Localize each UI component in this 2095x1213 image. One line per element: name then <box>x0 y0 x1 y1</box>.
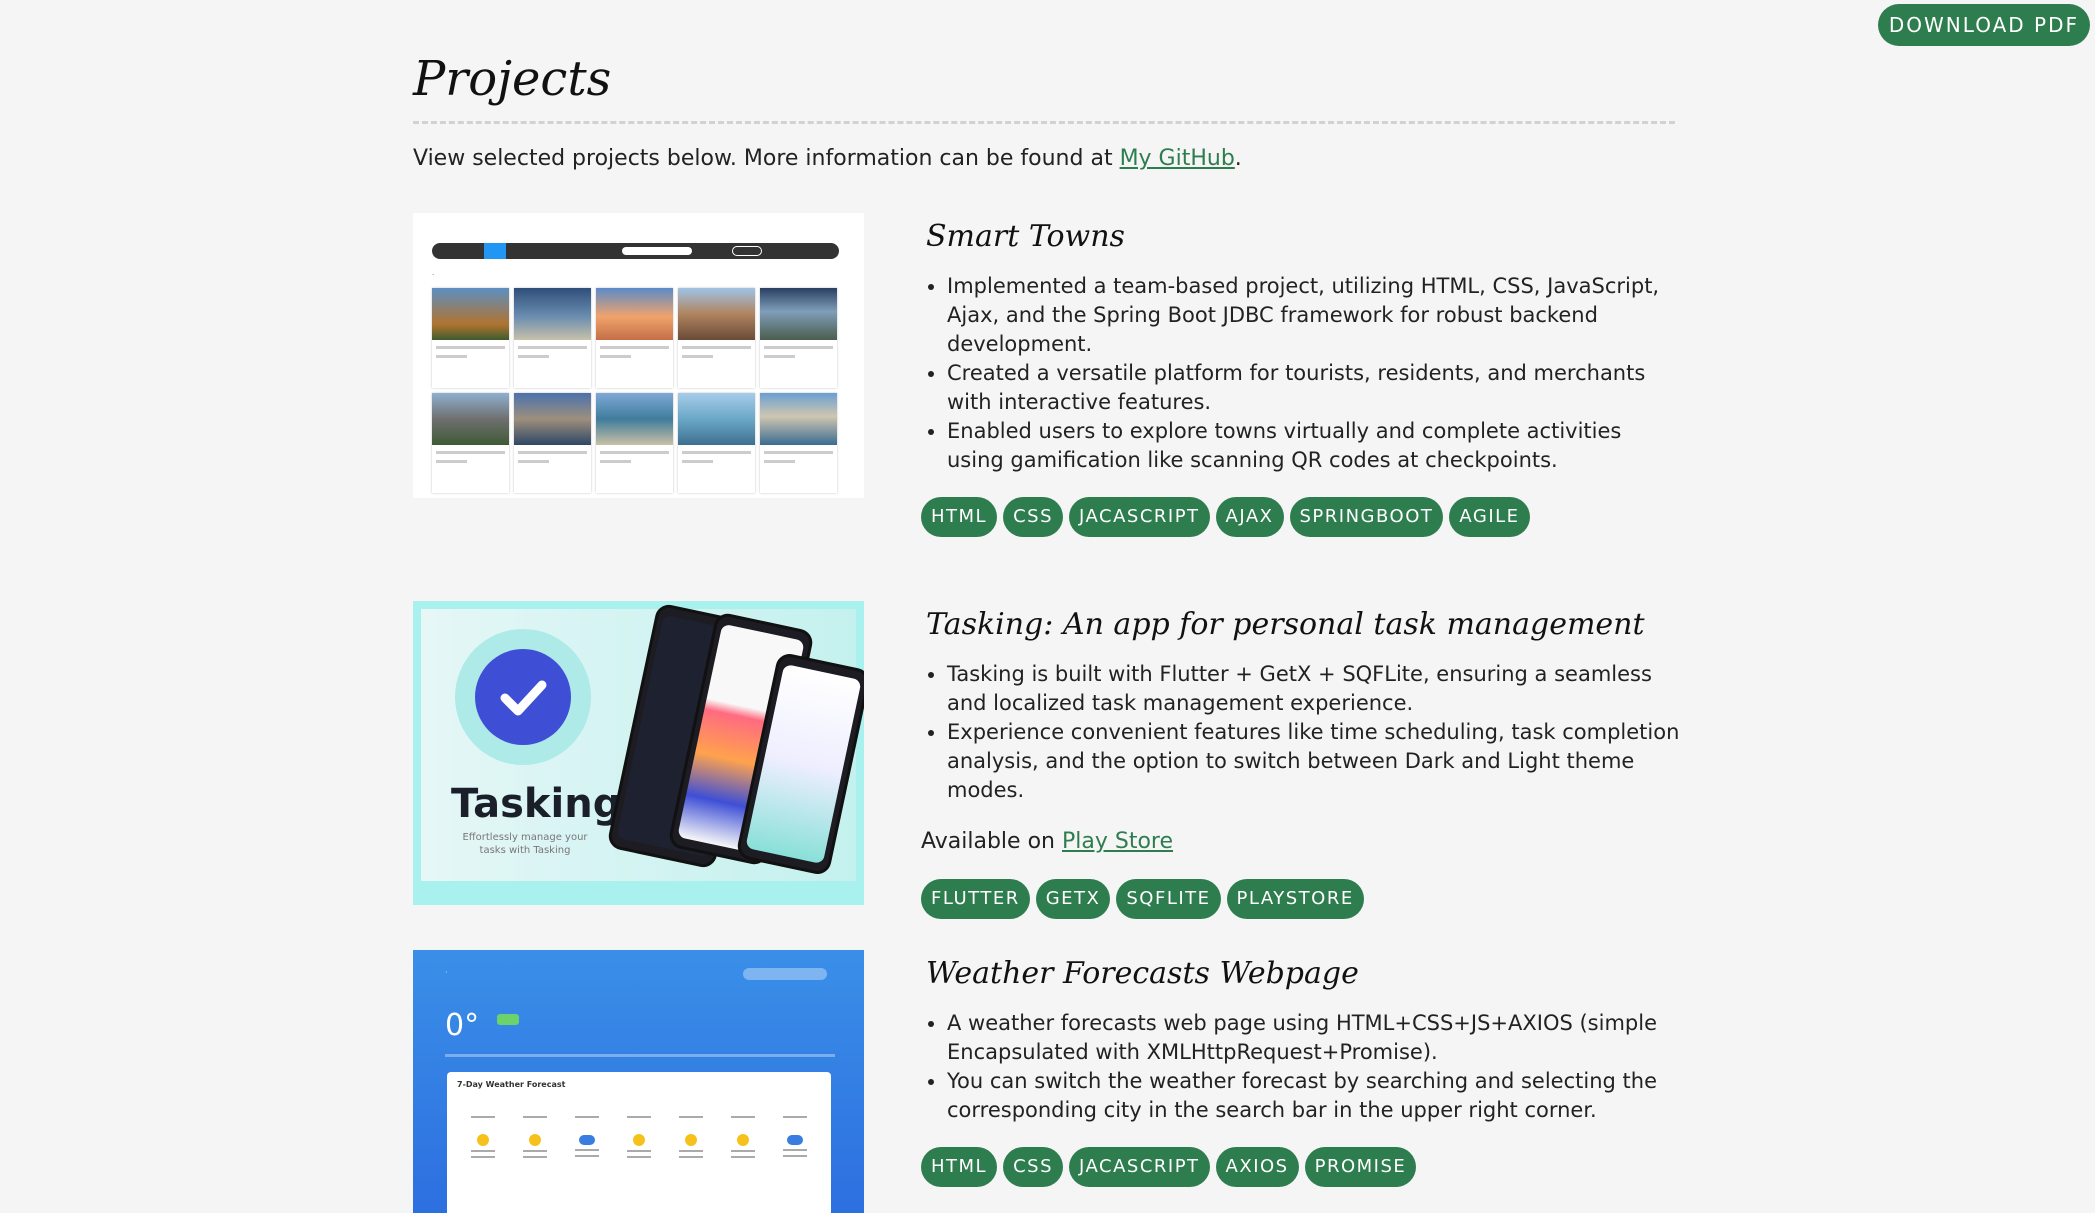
bullet-item: Experience convenient features like time… <box>947 718 1681 805</box>
thumb-card <box>596 288 673 388</box>
project-info: Smart Towns Implemented a team-based pro… <box>921 215 1681 537</box>
title-divider <box>413 121 1675 124</box>
forecast-day <box>465 1112 501 1158</box>
intro-end: . <box>1234 146 1242 171</box>
tag-badge: GETX <box>1035 879 1111 919</box>
thumb-navbar <box>432 243 839 259</box>
intro-text: View selected projects below. More infor… <box>413 144 1675 174</box>
thumb-card <box>760 288 837 388</box>
project-info: Tasking: An app for personal task manage… <box>921 603 1681 919</box>
forecast-day <box>569 1112 605 1157</box>
tag-list: HTML CSS JACASCRIPT AJAX SPRINGBOOT AGIL… <box>921 497 1681 537</box>
thumb-card <box>514 393 591 493</box>
thumb-search <box>743 968 827 980</box>
thumb-brand: Tasking <box>451 781 622 827</box>
forecast-day <box>673 1112 709 1158</box>
thumb-card <box>760 393 837 493</box>
play-store-link[interactable]: Play Store <box>1062 829 1173 854</box>
tag-badge: CSS <box>1003 1147 1064 1187</box>
thumb-tagline: Effortlessly manage your tasks with Task… <box>462 832 588 856</box>
bullet-item: Tasking is built with Flutter + GetX + S… <box>947 660 1681 718</box>
project-thumbnail[interactable]: · 0° 7-Day Weather Forecast <box>413 950 864 1213</box>
bullet-item: You can switch the weather forecast by s… <box>947 1067 1681 1125</box>
tag-badge: FLUTTER <box>921 879 1030 919</box>
availability-text: Available on Play Store <box>921 827 1681 857</box>
project-bullets: Tasking is built with Flutter + GetX + S… <box>921 660 1681 805</box>
thumb-aqi-badge <box>497 1014 519 1025</box>
project-bullets: Implemented a team-based project, utiliz… <box>921 272 1681 475</box>
project-info: Weather Forecasts Webpage A weather fore… <box>921 952 1681 1187</box>
project-title[interactable]: Smart Towns <box>926 215 1681 259</box>
forecast-day <box>725 1112 761 1158</box>
tag-badge: PROMISE <box>1304 1147 1417 1187</box>
tag-badge: SQFLITE <box>1116 879 1221 919</box>
thumb-card <box>596 393 673 493</box>
tag-list: HTML CSS JACASCRIPT AXIOS PROMISE <box>921 1147 1681 1187</box>
thumb-card <box>678 393 755 493</box>
forecast-day <box>517 1112 553 1158</box>
tag-badge: AGILE <box>1449 497 1530 537</box>
forecast-day <box>621 1112 657 1158</box>
thumb-card <box>432 393 509 493</box>
thumb-card <box>678 288 755 388</box>
tag-list: FLUTTER GETX SQFLITE PLAYSTORE <box>921 879 1681 919</box>
thumb-panel-title: 7-Day Weather Forecast <box>457 1080 566 1089</box>
bullet-item: A weather forecasts web page using HTML+… <box>947 1009 1681 1067</box>
tag-badge: HTML <box>921 497 998 537</box>
check-icon <box>500 680 547 716</box>
availability-lead: Available on <box>921 829 1062 854</box>
tag-badge: AXIOS <box>1215 1147 1299 1187</box>
tag-badge: SPRINGBOOT <box>1289 497 1444 537</box>
thumb-search <box>622 247 692 255</box>
github-link[interactable]: My GitHub <box>1120 146 1235 171</box>
bullet-item: Implemented a team-based project, utiliz… <box>947 272 1681 359</box>
thumb-banner: Tasking Effortlessly manage your tasks w… <box>421 602 864 881</box>
thumb-date: · <box>445 968 448 977</box>
thumb-temperature: 0° <box>445 1008 480 1043</box>
tag-badge: JACASCRIPT <box>1069 1147 1210 1187</box>
forecast-day <box>777 1112 813 1157</box>
bullet-item: Created a versatile platform for tourist… <box>947 359 1681 417</box>
thumb-nav-active <box>484 243 506 259</box>
thumb-label: · <box>432 271 435 279</box>
download-pdf-button[interactable]: DOWNLOAD PDF <box>1877 4 2090 46</box>
thumb-card <box>432 288 509 388</box>
tag-badge: PLAYSTORE <box>1226 879 1364 919</box>
project-bullets: A weather forecasts web page using HTML+… <box>921 1009 1681 1125</box>
thumb-forecast-panel: 7-Day Weather Forecast <box>447 1072 831 1213</box>
project-title[interactable]: Weather Forecasts Webpage <box>926 952 1681 996</box>
tag-badge: CSS <box>1003 497 1064 537</box>
bullet-item: Enabled users to explore towns virtually… <box>947 417 1681 475</box>
project-title[interactable]: Tasking: An app for personal task manage… <box>926 603 1681 647</box>
page-title: Projects <box>413 51 612 107</box>
thumb-stats-strip <box>445 1054 835 1057</box>
project-thumbnail[interactable]: Tasking Effortlessly manage your tasks w… <box>413 601 864 905</box>
thumb-button <box>732 246 762 256</box>
thumb-card <box>514 288 591 388</box>
tag-badge: HTML <box>921 1147 998 1187</box>
main-content: Projects View selected projects below. M… <box>413 0 1675 174</box>
project-thumbnail[interactable]: · <box>413 213 864 498</box>
tag-badge: JACASCRIPT <box>1069 497 1210 537</box>
intro-lead: View selected projects below. More infor… <box>413 146 1120 171</box>
tag-badge: AJAX <box>1215 497 1284 537</box>
